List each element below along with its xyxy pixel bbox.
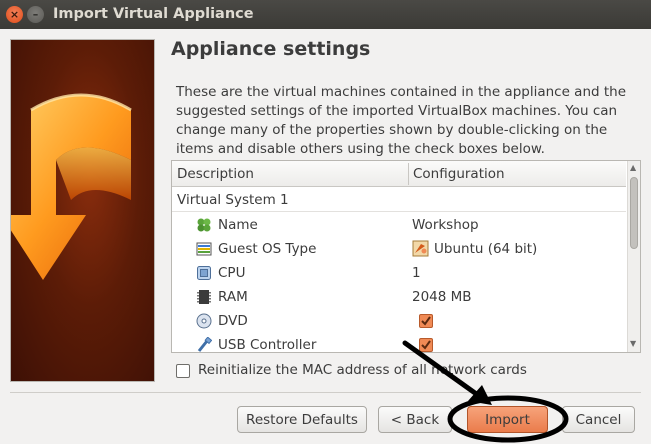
page-description: These are the virtual machines contained… — [176, 84, 627, 157]
divider — [10, 392, 641, 393]
table-row[interactable]: DVD — [172, 309, 626, 333]
dvd-checkbox[interactable] — [419, 314, 433, 328]
restore-defaults-button[interactable]: Restore Defaults — [237, 406, 367, 433]
table-row[interactable]: Guest OS Type Ubuntu (64 bit) — [172, 237, 626, 261]
page-title: Appliance settings — [171, 38, 371, 60]
table-row[interactable]: USB Controller — [172, 333, 626, 353]
table-row[interactable]: RAM 2048 MB — [172, 285, 626, 309]
os-icon — [196, 242, 212, 256]
usb-icon — [197, 337, 212, 352]
row-value[interactable]: 2048 MB — [412, 289, 472, 305]
column-header-configuration[interactable]: Configuration — [413, 166, 505, 182]
wizard-banner — [10, 39, 155, 382]
row-value[interactable]: Workshop — [412, 217, 479, 233]
row-label: USB Controller — [218, 337, 317, 353]
usb-controller-checkbox[interactable] — [419, 338, 433, 352]
ubuntu-icon — [412, 240, 429, 257]
close-window-icon[interactable]: × — [6, 6, 23, 23]
table-row[interactable]: Name Workshop — [172, 213, 626, 237]
back-button[interactable]: < Back — [378, 406, 452, 433]
title-bar: × – Import Virtual Appliance — [0, 0, 651, 29]
import-button[interactable]: Import — [467, 406, 548, 433]
dvd-icon — [196, 313, 212, 329]
window-title: Import Virtual Appliance — [53, 6, 254, 22]
scrollbar-thumb[interactable] — [630, 177, 638, 249]
row-label: Guest OS Type — [218, 241, 317, 257]
group-label: Virtual System 1 — [177, 192, 289, 208]
table-row-virtual-system[interactable]: Virtual System 1 — [172, 188, 626, 212]
cpu-icon — [197, 266, 211, 280]
scroll-up-icon[interactable]: ▲ — [630, 163, 636, 172]
table-row[interactable]: CPU 1 — [172, 261, 626, 285]
row-label: RAM — [218, 289, 248, 305]
cancel-button[interactable]: Cancel — [562, 406, 635, 433]
row-value[interactable]: 1 — [412, 265, 421, 281]
row-value[interactable]: Ubuntu (64 bit) — [434, 241, 537, 257]
minimize-window-icon[interactable]: – — [27, 6, 44, 23]
import-arrow-icon — [11, 93, 132, 280]
row-label: Name — [218, 217, 258, 233]
column-header-description[interactable]: Description — [177, 166, 254, 182]
row-label: CPU — [218, 265, 246, 281]
table-header: Description Configuration — [172, 161, 626, 187]
ram-icon — [197, 290, 211, 304]
reinitialize-mac-checkbox[interactable] — [176, 364, 190, 378]
scroll-down-icon[interactable]: ▼ — [630, 339, 636, 348]
table-scrollbar[interactable]: ▲ ▼ — [627, 161, 640, 352]
row-label: DVD — [218, 313, 248, 329]
reinitialize-mac-label[interactable]: Reinitialize the MAC address of all netw… — [198, 362, 527, 378]
appliance-settings-table[interactable]: Description Configuration Virtual System… — [171, 160, 641, 353]
name-icon — [197, 218, 211, 232]
